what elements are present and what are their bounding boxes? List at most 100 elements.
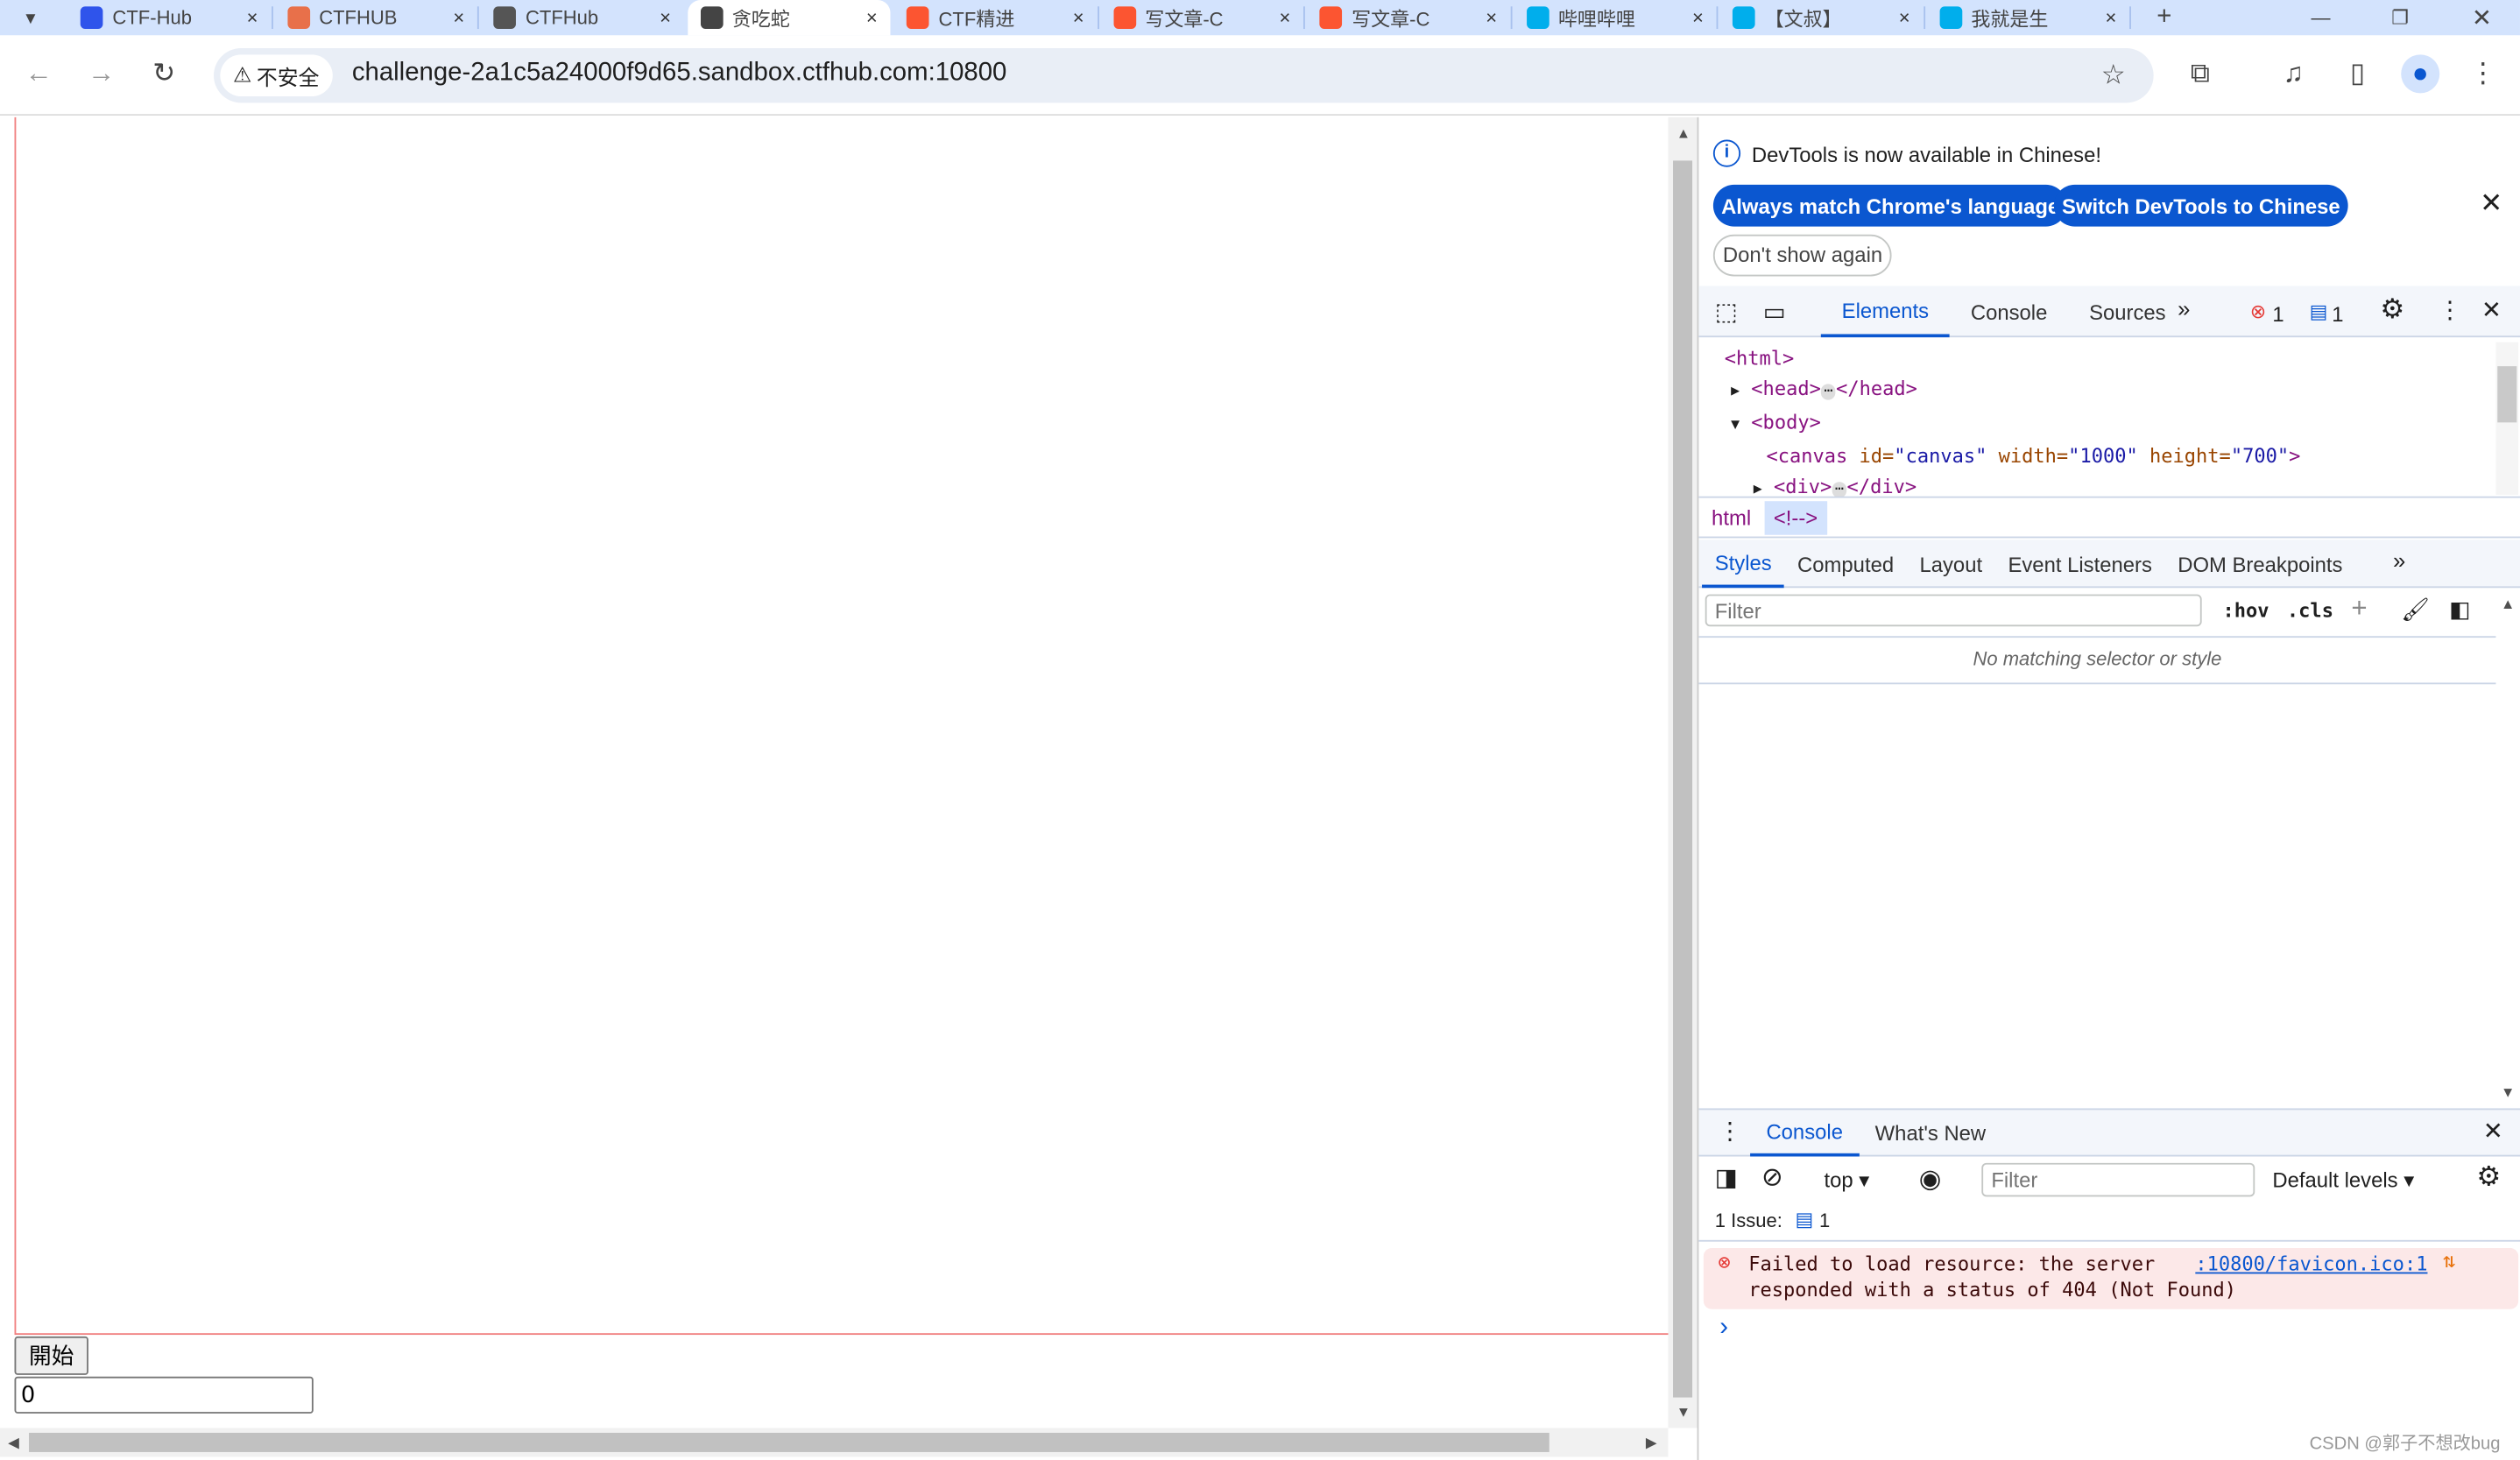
dom-node-body[interactable]: ▼ <body> — [1725, 408, 2301, 442]
styles-filter-input[interactable] — [1705, 594, 2202, 627]
tab-close-icon[interactable]: × — [1486, 6, 1497, 29]
console-settings-icon[interactable]: ⚙ — [2476, 1161, 2501, 1194]
browser-tab[interactable]: 写文章-C × — [1307, 0, 1510, 35]
switch-to-chinese-button[interactable]: Switch DevTools to Chinese — [2053, 184, 2348, 227]
live-expression-eye-icon[interactable]: ◉ — [1919, 1163, 1942, 1196]
tab-title: 【文叔】 — [1764, 7, 1842, 30]
browser-tab[interactable]: 写文章-C × — [1100, 0, 1303, 35]
hov-toggle[interactable]: :hov — [2223, 599, 2269, 622]
styles-scroll-down[interactable]: ▼ — [2501, 1084, 2515, 1100]
browser-tab[interactable]: CTFHub × — [481, 0, 684, 35]
tab-console[interactable]: Console — [1750, 1108, 1860, 1157]
extensions-icon[interactable]: ⧉ — [2181, 54, 2220, 93]
always-match-language-button[interactable]: Always match Chrome's language — [1712, 184, 2068, 227]
network-request-icon[interactable]: ⇅ — [2443, 1250, 2455, 1275]
tab-close-icon[interactable]: × — [247, 6, 258, 29]
issues-count[interactable]: 1 — [1819, 1210, 1830, 1232]
tab-what-s-new[interactable]: What's New — [1859, 1108, 2001, 1156]
media-control-icon[interactable]: ♫ — [2274, 54, 2312, 93]
browser-tab[interactable]: 【文叔】 × — [1719, 0, 1923, 35]
cls-toggle[interactable]: .cls — [2287, 599, 2333, 622]
tab-layout[interactable]: Layout — [1907, 540, 1995, 588]
tab-close-icon[interactable]: × — [1692, 6, 1704, 29]
tab-event-listeners[interactable]: Event Listeners — [1995, 540, 2165, 588]
browser-tab[interactable]: CTF-Hub × — [67, 0, 271, 35]
tab-close-icon[interactable]: × — [1073, 6, 1084, 29]
vertical-scroll-thumb[interactable] — [1673, 160, 1693, 1398]
close-drawer-icon[interactable]: ✕ — [2483, 1117, 2503, 1145]
score-input[interactable] — [14, 1376, 314, 1414]
tab-sources[interactable]: Sources — [2068, 286, 2186, 337]
side-panel-icon[interactable]: ▯ — [2339, 54, 2377, 93]
restore-button[interactable]: ❐ — [2379, 0, 2427, 35]
tab-close-icon[interactable]: × — [1279, 6, 1290, 29]
browser-tab[interactable]: 贪吃蛇 × — [687, 0, 891, 36]
minimize-button[interactable]: — — [2298, 0, 2347, 35]
close-devtools-icon[interactable]: ✕ — [2481, 295, 2502, 324]
tab-computed[interactable]: Computed — [1784, 540, 1906, 588]
reload-button[interactable]: ↻ — [145, 54, 183, 93]
scroll-right-arrow[interactable]: ▶ — [1646, 1435, 1657, 1452]
dom-scrollbar[interactable] — [2495, 342, 2519, 495]
bookmark-star-icon[interactable]: ☆ — [2094, 56, 2133, 95]
more-style-tabs-icon[interactable]: » — [2393, 547, 2405, 573]
context-selector[interactable]: top ▾ — [1824, 1167, 1869, 1193]
drawer-menu-icon[interactable]: ⋮ — [1718, 1117, 1742, 1145]
forward-button[interactable]: → — [82, 54, 121, 93]
console-prompt[interactable]: › — [1719, 1314, 1728, 1343]
dom-node-html[interactable]: <html> — [1725, 343, 2301, 374]
breadcrumb-html[interactable]: html — [1698, 505, 1763, 530]
error-source-link[interactable]: :10800/favicon.ico:1 — [2195, 1252, 2427, 1277]
tab-dom-breakpoints[interactable]: DOM Breakpoints — [2165, 540, 2356, 588]
clear-console-icon[interactable]: ⊘ — [1761, 1161, 1783, 1194]
scroll-up-arrow[interactable]: ▲ — [1676, 125, 1691, 141]
new-tab-button[interactable]: + — [2144, 0, 2192, 35]
scroll-left-arrow[interactable]: ◀ — [8, 1435, 19, 1452]
tab-styles[interactable]: Styles — [1702, 540, 1785, 589]
log-levels-dropdown[interactable]: Default levels ▾ — [2272, 1167, 2414, 1193]
browser-tab[interactable]: 我就是生 × — [1926, 0, 2129, 35]
security-chip[interactable]: ⚠ 不安全 — [220, 54, 333, 97]
dont-show-again-button[interactable]: Don't show again — [1712, 234, 1893, 277]
browser-tab[interactable]: 哔哩哔哩 × — [1513, 0, 1716, 35]
console-sidebar-icon[interactable]: ◨ — [1715, 1163, 1738, 1192]
more-tabs-icon[interactable]: » — [2178, 295, 2190, 321]
tab-close-icon[interactable]: × — [660, 6, 671, 29]
error-count[interactable]: 1 — [2272, 302, 2284, 327]
tab-console[interactable]: Console — [1950, 286, 2068, 337]
tab-close-icon[interactable]: × — [2106, 6, 2117, 29]
issue-count[interactable]: 1 — [2332, 302, 2343, 327]
console-filter-input[interactable] — [1981, 1162, 2255, 1197]
horizontal-scroll-thumb[interactable] — [29, 1432, 1549, 1452]
toggle-sidebar-icon[interactable]: ◧ — [2449, 596, 2470, 623]
address-bar[interactable]: ⚠ 不安全 challenge-2a1c5a24000f9d65.sandbox.… — [214, 48, 2154, 103]
back-button[interactable]: ← — [19, 54, 58, 93]
tab-close-icon[interactable]: × — [453, 6, 464, 29]
tab-search-button[interactable]: ▾ — [13, 0, 58, 35]
tab-elements[interactable]: Elements — [1820, 286, 1950, 338]
dom-node-head[interactable]: ▶ <head> ⋯ </head> — [1725, 374, 2301, 408]
dom-node-canvas[interactable]: <canvas id="canvas" width="1000" height=… — [1725, 441, 2300, 472]
settings-gear-icon[interactable]: ⚙ — [2380, 294, 2404, 327]
inspect-element-icon[interactable]: ⬚ — [1715, 297, 1738, 326]
url-text[interactable]: challenge-2a1c5a24000f9d65.sandbox.ctfhu… — [352, 60, 1007, 88]
close-window-button[interactable]: ✕ — [2459, 0, 2507, 35]
profile-avatar[interactable]: ● — [2401, 54, 2440, 94]
breadcrumb-comment[interactable]: <!--> — [1763, 500, 1828, 534]
new-style-rule-icon[interactable]: + — [2351, 593, 2367, 625]
styles-scroll-up[interactable]: ▲ — [2501, 596, 2515, 611]
device-toolbar-icon[interactable]: ▭ — [1763, 297, 1786, 326]
browser-tab[interactable]: CTF精进 × — [893, 0, 1097, 35]
scroll-down-arrow[interactable]: ▼ — [1676, 1404, 1691, 1420]
close-banner-icon[interactable]: ✕ — [2480, 188, 2502, 221]
devtools-more-icon[interactable]: ⋮ — [2438, 295, 2462, 324]
tab-close-icon[interactable]: × — [866, 6, 878, 29]
issue-icon[interactable]: ▤ — [1795, 1208, 1813, 1231]
browser-tab[interactable]: CTFHUB × — [274, 0, 477, 35]
game-canvas[interactable] — [14, 116, 1669, 1336]
paint-brush-icon[interactable]: 🖌 — [2401, 596, 2430, 623]
tab-separator — [271, 6, 272, 30]
more-menu-icon[interactable]: ⋮ — [2464, 54, 2502, 93]
start-button[interactable]: 開始 — [14, 1336, 88, 1375]
tab-close-icon[interactable]: × — [1899, 6, 1910, 29]
